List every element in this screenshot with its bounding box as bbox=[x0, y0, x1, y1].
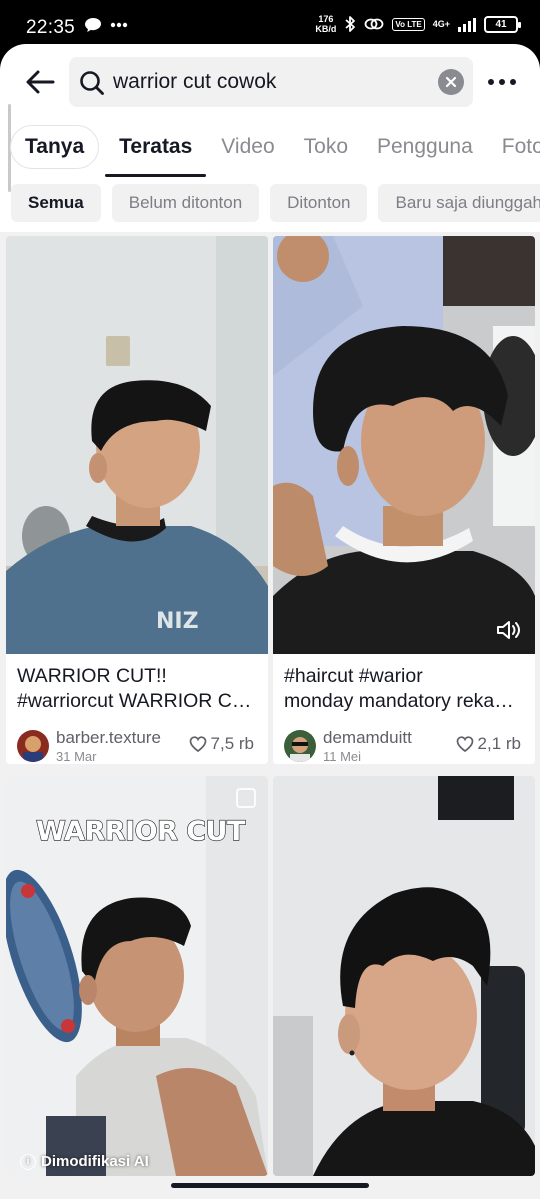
ai-modified-badge: i Dimodifikasi AI bbox=[20, 1153, 149, 1170]
like-count[interactable]: 7,5 rb bbox=[189, 734, 254, 754]
volte-icon: Vo LTE bbox=[392, 17, 425, 31]
tab-foto[interactable]: Foto bbox=[502, 123, 540, 171]
back-button[interactable] bbox=[20, 64, 60, 100]
post-date: 31 Mar bbox=[56, 749, 97, 764]
status-time: 22:35 bbox=[26, 17, 76, 38]
search-header: warrior cut cowok bbox=[0, 56, 540, 108]
barber-photo-1: NIZ bbox=[6, 236, 268, 654]
avatar[interactable] bbox=[284, 730, 316, 762]
tab-video[interactable]: Video bbox=[221, 123, 274, 171]
video-thumbnail[interactable] bbox=[273, 776, 535, 1176]
more-options-button[interactable] bbox=[488, 70, 516, 94]
status-notifications bbox=[84, 17, 128, 33]
signal-icon bbox=[458, 16, 476, 32]
filter-chips: Semua Belum ditonton Ditonton Baru saja … bbox=[11, 184, 540, 222]
video-card[interactable] bbox=[273, 776, 535, 1176]
net-speed: 176 KB/d bbox=[315, 14, 337, 34]
filter-semua[interactable]: Semua bbox=[11, 184, 101, 222]
results-grid: NIZ WARRIOR CUT!! #warriorcut WARRIOR CU… bbox=[0, 232, 540, 1199]
tab-toko[interactable]: Toko bbox=[304, 123, 348, 171]
info-icon: i bbox=[20, 1153, 36, 1170]
like-count[interactable]: 2,1 rb bbox=[456, 734, 521, 754]
app-sheet: warrior cut cowok Tanya Teratas Video To… bbox=[0, 44, 540, 1199]
video-thumbnail[interactable] bbox=[273, 236, 535, 654]
bluetooth-icon bbox=[345, 16, 356, 32]
video-meta: barber.texture 31 Mar 7,5 rb bbox=[6, 720, 268, 764]
video-card[interactable]: #haircut #warior monday mandatory rekap … bbox=[273, 236, 535, 764]
battery-icon: 41 bbox=[484, 15, 521, 33]
video-caption: WARRIOR CUT!! #warriorcut WARRIOR CUT co… bbox=[17, 665, 257, 712]
video-card[interactable]: WARRIOR CUT i Dimodifikasi AI bbox=[6, 776, 268, 1176]
video-thumbnail[interactable]: WARRIOR CUT i Dimodifikasi AI bbox=[6, 776, 268, 1176]
video-meta: demamduitt 11 Mei 2,1 rb bbox=[273, 720, 535, 764]
search-icon bbox=[80, 71, 104, 95]
tab-teratas[interactable]: Teratas bbox=[105, 123, 207, 177]
chat-bubble-icon bbox=[85, 18, 101, 32]
barber-photo-2 bbox=[273, 236, 535, 654]
heart-icon bbox=[189, 736, 206, 752]
tab-pengguna[interactable]: Pengguna bbox=[377, 123, 473, 171]
heart-icon bbox=[456, 736, 473, 752]
tab-tanya[interactable]: Tanya bbox=[10, 125, 100, 169]
home-indicator bbox=[171, 1183, 369, 1188]
status-right: 176 KB/d Vo LTE 4G+ 41 bbox=[315, 14, 521, 34]
filter-ditonton[interactable]: Ditonton bbox=[270, 184, 368, 222]
clear-icon bbox=[445, 76, 457, 88]
volume-icon[interactable] bbox=[495, 618, 523, 642]
post-date: 11 Mei bbox=[323, 749, 362, 764]
username[interactable]: demamduitt bbox=[323, 728, 412, 748]
more-icon bbox=[488, 79, 494, 85]
video-thumbnail[interactable]: NIZ bbox=[6, 236, 268, 654]
filter-baru-diunggah[interactable]: Baru saja diunggah bbox=[378, 184, 540, 222]
video-card[interactable]: NIZ WARRIOR CUT!! #warriorcut WARRIOR CU… bbox=[6, 236, 268, 764]
apron-brand-text: NIZ bbox=[156, 609, 199, 634]
avatar[interactable] bbox=[17, 730, 49, 762]
more-dots-icon bbox=[110, 22, 128, 28]
search-query[interactable]: warrior cut cowok bbox=[113, 70, 276, 94]
thumbnail-title: WARRIOR CUT bbox=[35, 815, 246, 847]
username[interactable]: barber.texture bbox=[56, 728, 161, 748]
back-arrow-icon bbox=[26, 70, 55, 94]
multi-media-icon bbox=[236, 788, 256, 808]
clear-search-button[interactable] bbox=[438, 69, 464, 95]
barber-photo-4 bbox=[273, 776, 535, 1176]
filter-belum-ditonton[interactable]: Belum ditonton bbox=[111, 184, 260, 222]
search-bar[interactable]: warrior cut cowok bbox=[69, 57, 473, 107]
search-tabs: Tanya Teratas Video Toko Pengguna Foto bbox=[10, 123, 540, 177]
link-icon bbox=[364, 18, 384, 30]
video-caption: #haircut #warior monday mandatory rekap … bbox=[284, 665, 524, 712]
network-type: 4G+ bbox=[432, 19, 450, 29]
